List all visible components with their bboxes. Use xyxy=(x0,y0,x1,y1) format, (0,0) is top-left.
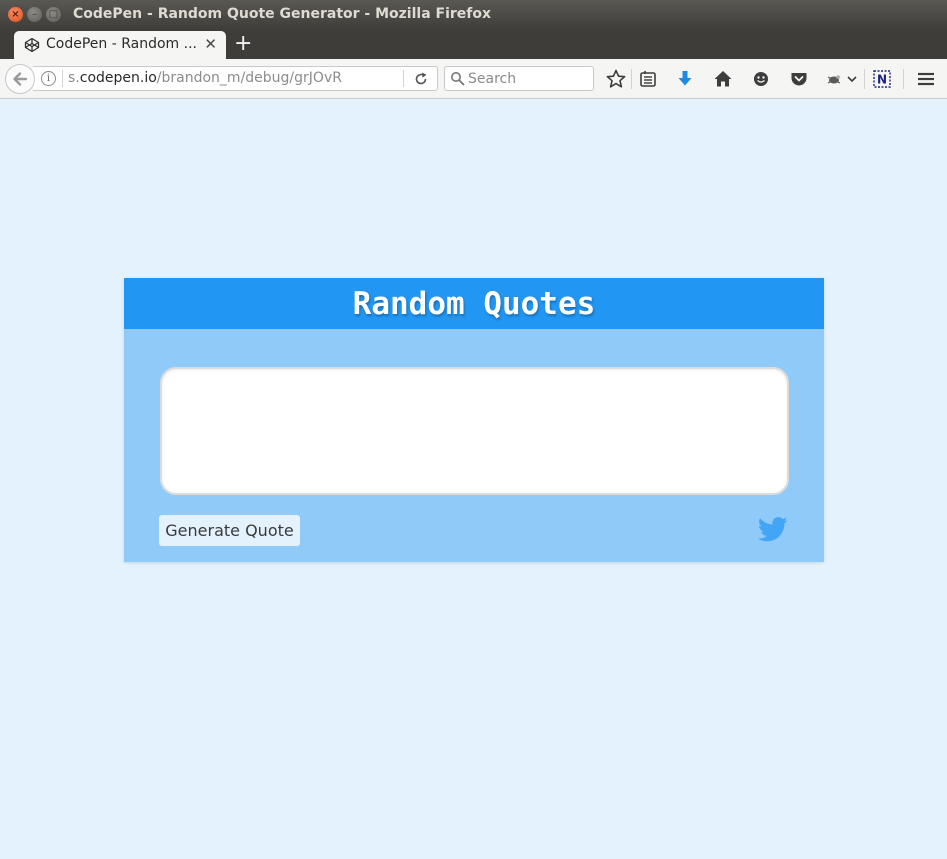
page-viewport: Random Quotes Generate Quote xyxy=(0,99,947,859)
search-input[interactable] xyxy=(468,69,588,88)
window-titlebar: × – □ CodePen - Random Quote Generator -… xyxy=(0,0,947,30)
url-divider xyxy=(403,70,404,87)
tab-label: CodePen - Random ... xyxy=(46,36,197,52)
search-bar[interactable] xyxy=(444,66,594,91)
back-button[interactable] xyxy=(5,64,35,94)
download-icon[interactable] xyxy=(674,68,696,90)
hamburger-menu-icon[interactable] xyxy=(915,68,937,90)
navigation-bar: i s.codepen.io/brandon_m/debug/grJOvR Se… xyxy=(0,59,947,99)
page-title: Random Quotes xyxy=(352,286,596,322)
codepen-icon xyxy=(24,37,40,53)
chat-smiley-icon[interactable] xyxy=(750,68,772,90)
site-info-icon[interactable]: i xyxy=(41,71,56,86)
tab-strip: CodePen - Random ... ✕ + xyxy=(0,30,947,59)
bookmark-star-icon[interactable] xyxy=(605,68,627,90)
tab-close-icon[interactable]: ✕ xyxy=(204,35,217,53)
n-extension-icon[interactable]: N xyxy=(871,68,893,90)
twitter-icon[interactable] xyxy=(758,516,788,543)
url-divider xyxy=(62,70,63,87)
home-icon[interactable] xyxy=(712,68,734,90)
tab-codepen[interactable]: CodePen - Random ... ✕ xyxy=(14,31,226,59)
chevron-down-icon[interactable] xyxy=(844,68,860,90)
url-prefix: s. xyxy=(68,70,80,86)
bug-extension-icon[interactable] xyxy=(824,68,846,90)
url-domain: codepen.io xyxy=(79,70,157,86)
back-arrow-icon xyxy=(13,72,28,86)
quote-text xyxy=(162,369,787,405)
toolbar-divider xyxy=(864,69,865,89)
search-icon xyxy=(451,72,465,86)
pocket-icon[interactable] xyxy=(788,68,810,90)
url-path: /brandon_m/debug/grJOvR xyxy=(156,70,342,86)
svg-text:N: N xyxy=(877,73,887,87)
url-bar[interactable]: i s.codepen.io/brandon_m/debug/grJOvR xyxy=(33,66,438,91)
url-text[interactable]: s.codepen.io/brandon_m/debug/grJOvR xyxy=(68,70,342,86)
window-close-button[interactable]: × xyxy=(8,7,23,22)
reload-icon[interactable] xyxy=(413,71,429,87)
quote-card: Random Quotes Generate Quote xyxy=(124,278,824,562)
window-title: CodePen - Random Quote Generator - Mozil… xyxy=(73,6,492,22)
card-header: Random Quotes xyxy=(124,278,824,329)
reading-list-icon[interactable] xyxy=(637,68,659,90)
generate-quote-button[interactable]: Generate Quote xyxy=(159,515,300,546)
window-minimize-button[interactable]: – xyxy=(27,7,42,22)
toolbar-divider xyxy=(903,69,904,89)
toolbar-divider xyxy=(631,69,632,89)
window-maximize-button[interactable]: □ xyxy=(46,7,61,22)
new-tab-button[interactable]: + xyxy=(234,31,252,57)
quote-box xyxy=(160,367,789,495)
